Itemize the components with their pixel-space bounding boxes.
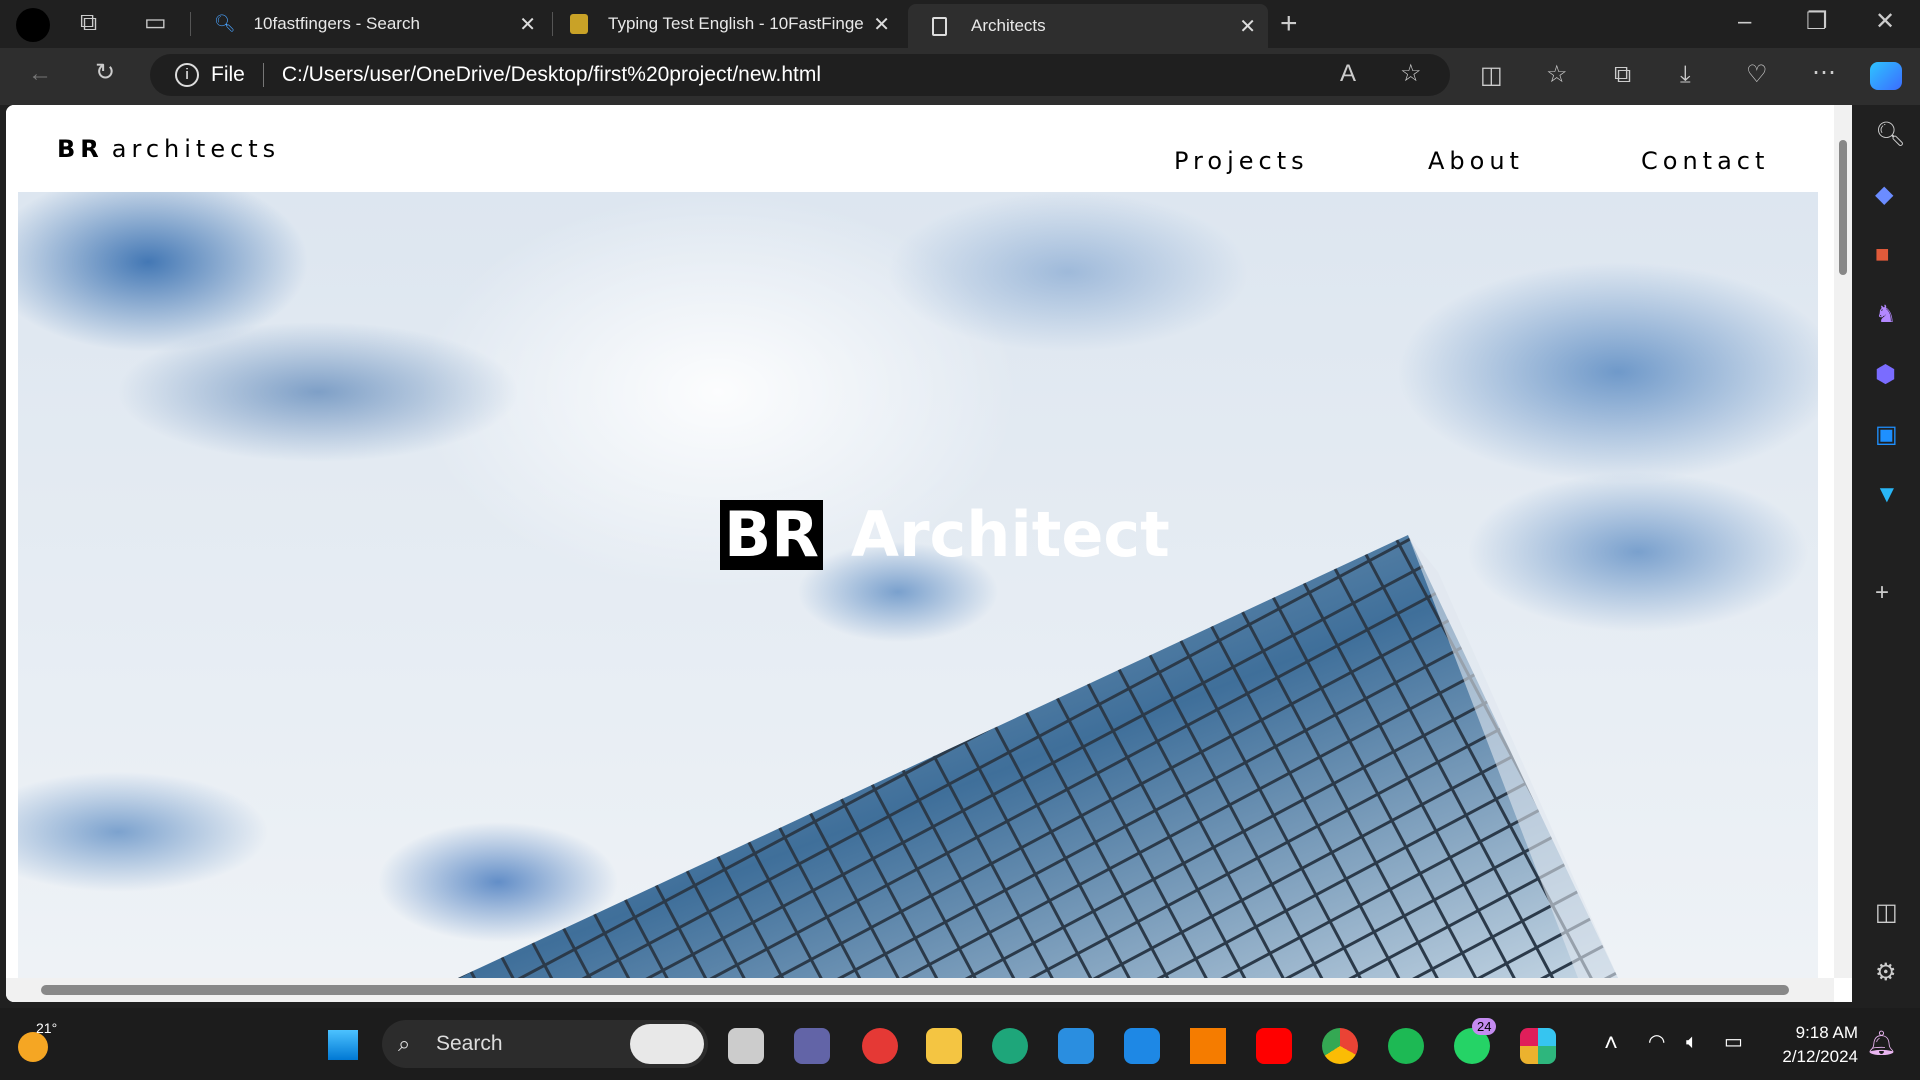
hero-banner: BR Architect <box>18 192 1818 978</box>
site-logo[interactable]: BR architects <box>57 135 280 163</box>
teams-icon[interactable] <box>794 1028 830 1064</box>
clock[interactable]: 9:18 AM 2/12/2024 <box>1768 1021 1858 1069</box>
vertical-scrollbar[interactable] <box>1834 105 1852 978</box>
nav-projects[interactable]: Projects <box>1174 147 1309 175</box>
copilot-icon[interactable] <box>1870 62 1902 90</box>
copilot-icon[interactable] <box>630 1024 704 1064</box>
volume-icon[interactable]: 🔈︎ <box>1686 1032 1698 1052</box>
refresh-icon[interactable]: ↻ <box>95 61 115 85</box>
drop-icon[interactable]: ▼ <box>1875 483 1899 507</box>
youtube-icon[interactable] <box>1256 1028 1292 1064</box>
hero-badge: BR <box>720 499 823 570</box>
search-icon[interactable]: 🔍︎ <box>1875 123 1905 147</box>
restore-icon[interactable]: ❐ <box>1806 10 1828 34</box>
nav-about[interactable]: About <box>1428 147 1524 175</box>
tab-typing-test[interactable]: Typing Test English - 10FastFinge ✕ <box>556 4 902 44</box>
task-view-icon[interactable] <box>728 1028 764 1064</box>
toolbar: ← ↻ i File C:/Users/user/OneDrive/Deskto… <box>0 48 1920 105</box>
site-header: BR architects Projects About Contact <box>6 105 1834 192</box>
building-image <box>458 535 1618 978</box>
tab-label: 10fastfingers - Search <box>253 14 420 33</box>
taskbar: 21° ⌕ Search 24 ˄ ◠ 🔈︎ ▭ 9:18 AM 2/12/2024… <box>0 1008 1920 1080</box>
spotify-icon[interactable] <box>1388 1028 1424 1064</box>
nav-contact[interactable]: Contact <box>1641 147 1769 175</box>
url-text[interactable]: C:/Users/user/OneDrive/Desktop/first%20p… <box>282 63 821 87</box>
page-icon <box>932 16 947 36</box>
wps-icon[interactable] <box>862 1028 898 1064</box>
vscode-icon[interactable] <box>1124 1028 1160 1064</box>
close-tab-icon[interactable]: ✕ <box>1239 14 1256 39</box>
copilot-apps-icon[interactable]: ⬢ <box>1875 363 1896 387</box>
vlc-icon[interactable] <box>1190 1028 1226 1064</box>
favorite-star-icon[interactable]: ☆ <box>1400 62 1422 86</box>
tab-10fastfingers-search[interactable]: 🔍︎ 10fastfingers - Search ✕ <box>200 4 548 44</box>
address-bar[interactable]: i File C:/Users/user/OneDrive/Desktop/fi… <box>150 54 1450 96</box>
start-icon[interactable] <box>326 1028 360 1062</box>
site-scheme: File <box>211 63 245 86</box>
taskbar-search[interactable]: ⌕ Search <box>382 1020 708 1068</box>
close-tab-icon[interactable]: ✕ <box>519 12 536 37</box>
edge-sidebar: 🔍︎ ◆ ■ ♞ ⬢ ▣ ▼ + ◫ ⚙ <box>1853 105 1920 1005</box>
search-icon: ⌕ <box>398 1031 411 1056</box>
horizontal-scrollbar[interactable] <box>6 978 1834 1002</box>
shopping-icon[interactable]: ◆ <box>1875 183 1893 207</box>
weather-temp: 21° <box>36 1020 58 1036</box>
minimize-icon[interactable]: – <box>1738 10 1751 34</box>
hide-sidebar-icon[interactable]: ◫ <box>1875 901 1898 925</box>
tools-icon[interactable]: ■ <box>1875 243 1890 267</box>
back-icon[interactable]: ← <box>28 62 52 86</box>
battery-icon[interactable]: ▭ <box>1724 1032 1743 1052</box>
add-icon[interactable]: + <box>1875 581 1889 605</box>
workspaces-icon[interactable]: ⧉ <box>80 11 97 35</box>
tab-actions-icon[interactable]: ▭ <box>144 11 167 35</box>
close-tab-icon[interactable]: ✕ <box>873 12 890 37</box>
profile-avatar[interactable] <box>16 8 50 42</box>
tab-architects[interactable]: Architects ✕ <box>908 4 1268 48</box>
tab-label: Typing Test English - 10FastFinge <box>608 14 864 33</box>
mail-icon[interactable] <box>1058 1028 1094 1064</box>
settings-icon[interactable]: ⚙ <box>1875 961 1897 985</box>
read-aloud-icon[interactable]: A <box>1340 62 1356 86</box>
outlook-icon[interactable]: ▣ <box>1875 423 1898 447</box>
chrome-icon[interactable] <box>1322 1028 1358 1064</box>
10fastfingers-favicon <box>570 14 588 34</box>
weather-icon[interactable] <box>18 1032 48 1062</box>
notification-badge: 24 <box>1472 1018 1497 1035</box>
notifications-bell-icon[interactable]: 🔔︎ <box>1866 1032 1896 1056</box>
split-screen-icon[interactable]: ◫ <box>1480 64 1503 88</box>
hero-heading: Architect <box>851 498 1170 571</box>
more-icon[interactable]: ⋯ <box>1812 61 1836 85</box>
file-explorer-icon[interactable] <box>926 1028 962 1064</box>
hero-title: BR Architect <box>720 498 1170 571</box>
info-icon[interactable]: i <box>175 63 199 87</box>
browser-essentials-icon[interactable]: ♡ <box>1746 63 1768 87</box>
wifi-icon[interactable]: ◠ <box>1648 1032 1665 1052</box>
scroll-thumb[interactable] <box>1839 140 1847 275</box>
games-icon[interactable]: ♞ <box>1875 303 1897 327</box>
web-page: BR architects Projects About Contact BR A… <box>6 105 1852 1002</box>
new-tab-icon[interactable]: + <box>1280 9 1298 39</box>
edge-icon[interactable] <box>992 1028 1028 1064</box>
collections-icon[interactable]: ⧉ <box>1614 63 1631 87</box>
tab-label: Architects <box>971 16 1046 35</box>
close-window-icon[interactable]: ✕ <box>1875 10 1895 34</box>
tab-bar: ⧉ ▭ 🔍︎ 10fastfingers - Search ✕ Typing T… <box>0 0 1920 48</box>
show-hidden-icons[interactable]: ˄ <box>1604 1032 1618 1056</box>
downloads-icon[interactable]: ⤓ <box>1680 63 1691 87</box>
favorites-icon[interactable]: ☆ <box>1546 63 1568 87</box>
scroll-thumb[interactable] <box>41 985 1789 995</box>
search-icon: 🔍︎ <box>214 14 236 33</box>
slack-icon[interactable] <box>1520 1028 1556 1064</box>
